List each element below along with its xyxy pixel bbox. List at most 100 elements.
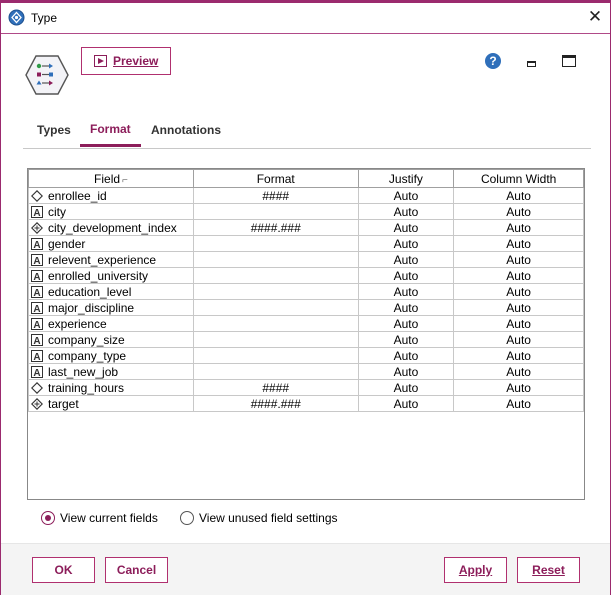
sort-icon: ⌐ [122, 174, 128, 186]
table-row[interactable]: city_development_index ####.### Auto Auto [28, 219, 584, 236]
format-table[interactable]: Field ⌐ Format Justify Column Width enrol… [27, 168, 585, 500]
format-cell[interactable] [192, 267, 359, 284]
justify-cell[interactable]: Auto [357, 235, 455, 252]
column-width-cell[interactable]: Auto [453, 267, 584, 284]
format-cell[interactable] [192, 251, 359, 268]
minimize-icon[interactable] [527, 61, 536, 67]
tab-annotations[interactable]: Annotations [151, 123, 221, 137]
view-unused-settings-option[interactable]: View unused field settings [180, 511, 338, 525]
column-width-cell[interactable]: Auto [453, 187, 584, 204]
close-icon[interactable]: ✕ [585, 7, 605, 27]
view-current-fields-option[interactable]: View current fields [41, 511, 158, 525]
column-width-cell[interactable]: Auto [453, 283, 584, 300]
justify-cell[interactable]: Auto [357, 251, 455, 268]
field-cell: Arelevent_experience [28, 251, 194, 268]
justify-cell[interactable]: Auto [357, 315, 455, 332]
column-header-justify[interactable]: Justify [357, 169, 455, 188]
format-cell[interactable]: #### [192, 379, 359, 396]
reset-button[interactable]: Reset [517, 557, 580, 583]
table-row[interactable]: Aeducation_level Auto Auto [28, 283, 584, 300]
format-cell[interactable] [192, 235, 359, 252]
justify-cell[interactable]: Auto [357, 267, 455, 284]
string-a-icon: A [31, 301, 43, 315]
column-header-column-width[interactable]: Column Width [453, 169, 584, 188]
column-width-cell[interactable]: Auto [453, 251, 584, 268]
column-width-cell[interactable]: Auto [453, 331, 584, 348]
preview-button[interactable]: Preview [81, 47, 171, 75]
field-cell: city_development_index [28, 219, 194, 236]
format-cell[interactable] [192, 203, 359, 220]
string-a-icon: A [31, 365, 43, 379]
format-cell[interactable]: ####.### [192, 395, 359, 412]
cancel-button[interactable]: Cancel [105, 557, 168, 583]
string-a-icon: A [31, 205, 43, 219]
field-cell: Aexperience [28, 315, 194, 332]
svg-text:A: A [33, 368, 40, 378]
svg-text:A: A [33, 288, 40, 298]
continuous-diamond-icon [31, 189, 43, 202]
justify-cell[interactable]: Auto [357, 219, 455, 236]
preview-button-label: Preview [113, 54, 159, 68]
table-row[interactable]: target ####.### Auto Auto [28, 395, 584, 412]
justify-cell[interactable]: Auto [357, 283, 455, 300]
table-row[interactable]: Acity Auto Auto [28, 203, 584, 220]
column-header-format[interactable]: Format [192, 169, 359, 188]
table-row[interactable]: Aexperience Auto Auto [28, 315, 584, 332]
view-current-fields-radio[interactable] [41, 511, 55, 525]
tab-types[interactable]: Types [37, 123, 71, 137]
column-width-cell[interactable]: Auto [453, 235, 584, 252]
justify-cell[interactable]: Auto [357, 347, 455, 364]
format-cell[interactable] [192, 299, 359, 316]
table-row[interactable]: Acompany_size Auto Auto [28, 331, 584, 348]
column-width-cell[interactable]: Auto [453, 299, 584, 316]
apply-button[interactable]: Apply [444, 557, 507, 583]
ok-button[interactable]: OK [32, 557, 95, 583]
field-format-grid: Field ⌐ Format Justify Column Width enrol… [28, 169, 584, 412]
format-cell[interactable] [192, 331, 359, 348]
table-body: enrollee_id #### Auto Auto Acity Auto Auto city… [28, 187, 584, 412]
column-width-cell[interactable]: Auto [453, 379, 584, 396]
justify-cell[interactable]: Auto [357, 363, 455, 380]
field-cell: Agender [28, 235, 194, 252]
justify-cell[interactable]: Auto [357, 379, 455, 396]
table-row[interactable]: Arelevent_experience Auto Auto [28, 251, 584, 268]
column-width-cell[interactable]: Auto [453, 203, 584, 220]
justify-cell[interactable]: Auto [357, 395, 455, 412]
table-row[interactable]: Amajor_discipline Auto Auto [28, 299, 584, 316]
table-row[interactable]: Alast_new_job Auto Auto [28, 363, 584, 380]
table-row[interactable]: Acompany_type Auto Auto [28, 347, 584, 364]
column-header-field[interactable]: Field ⌐ [28, 169, 194, 188]
table-row[interactable]: training_hours #### Auto Auto [28, 379, 584, 396]
table-row[interactable]: Agender Auto Auto [28, 235, 584, 252]
field-name: target [48, 396, 79, 411]
format-cell[interactable]: #### [192, 187, 359, 204]
format-cell[interactable] [192, 347, 359, 364]
table-row[interactable]: Aenrolled_university Auto Auto [28, 267, 584, 284]
table-row[interactable]: enrollee_id #### Auto Auto [28, 187, 584, 204]
play-icon [94, 55, 107, 67]
justify-cell[interactable]: Auto [357, 331, 455, 348]
column-width-cell[interactable]: Auto [453, 395, 584, 412]
field-name: training_hours [48, 380, 125, 395]
view-unused-settings-radio[interactable] [180, 511, 194, 525]
maximize-icon[interactable] [562, 55, 576, 67]
field-name: company_type [48, 348, 127, 363]
help-icon[interactable]: ? [485, 53, 501, 69]
column-width-cell[interactable]: Auto [453, 363, 584, 380]
justify-cell[interactable]: Auto [357, 203, 455, 220]
column-width-cell[interactable]: Auto [453, 219, 584, 236]
header-row: Field ⌐ Format Justify Column Width [28, 169, 584, 188]
field-name: city_development_index [48, 220, 177, 235]
justify-cell[interactable]: Auto [357, 187, 455, 204]
justify-cell[interactable]: Auto [357, 299, 455, 316]
format-cell[interactable] [192, 315, 359, 332]
column-width-cell[interactable]: Auto [453, 315, 584, 332]
format-cell[interactable] [192, 363, 359, 380]
column-width-cell[interactable]: Auto [453, 347, 584, 364]
field-name: city [48, 204, 66, 219]
tab-format[interactable]: Format [90, 122, 131, 136]
string-a-icon: A [31, 237, 43, 251]
format-cell[interactable]: ####.### [192, 219, 359, 236]
field-cell: Acompany_size [28, 331, 194, 348]
format-cell[interactable] [192, 283, 359, 300]
